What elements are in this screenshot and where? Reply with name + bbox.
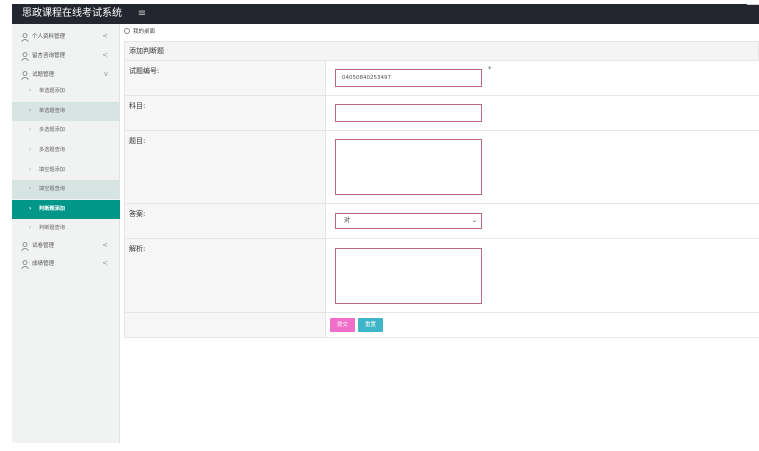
chevron-right-icon: ›: [29, 224, 32, 231]
sidebar-subitem-multi-query[interactable]: › 多选题查询: [12, 141, 120, 160]
answer-selected-value: 对: [344, 217, 351, 224]
form-row-subject: 科目:: [124, 96, 759, 131]
form-row-actions: 提交 重置: [124, 313, 759, 338]
sidebar-item-label: 个人资料管理: [32, 34, 66, 40]
form-row-analysis: 解析:: [124, 239, 759, 313]
actions-label-cell: [125, 313, 326, 337]
sidebar-item-scores[interactable]: 成绩管理 <: [12, 255, 120, 274]
sidebar-subitem-label: 填空题添加: [39, 167, 65, 173]
chevron-right-icon: ›: [29, 205, 32, 212]
required-mark: *: [488, 65, 492, 73]
sidebar-subitem-blank-add[interactable]: › 填空题添加: [12, 161, 120, 180]
breadcrumb-label: 我的桌面: [133, 29, 156, 35]
panel-title: 添加判断题: [124, 41, 759, 61]
chevron-left-icon: <: [102, 241, 108, 249]
chevron-left-icon: <: [102, 259, 108, 267]
sidebar-subitem-label: 判断题添加: [39, 206, 65, 212]
sidebar-item-messages[interactable]: 留言咨询管理 <: [12, 47, 120, 66]
sidebar-subitem-single-add[interactable]: › 单选题添加: [12, 82, 120, 101]
question-label: 题目:: [125, 131, 326, 203]
chevron-left-icon: <: [102, 51, 108, 59]
user-icon: [21, 33, 29, 42]
form-row-question: 题目:: [124, 131, 759, 204]
sidebar-item-label: 成绩管理: [32, 261, 55, 267]
reset-button[interactable]: 重置: [358, 318, 383, 332]
user-icon: [21, 71, 29, 80]
chevron-right-icon: ›: [29, 185, 32, 192]
chevron-down-icon: ⌄: [471, 217, 477, 224]
sidebar-subitem-label: 填空题查询: [39, 186, 65, 192]
chevron-right-icon: ›: [29, 126, 32, 133]
subject-input[interactable]: [335, 104, 482, 122]
chevron-right-icon: ›: [29, 107, 32, 114]
sidebar-item-label: 试卷管理: [32, 243, 55, 249]
chevron-down-icon: v: [103, 70, 108, 78]
form-row-id: 试题编号: *: [124, 61, 759, 96]
sidebar-subitem-label: 多选题查询: [39, 147, 65, 153]
analysis-label: 解析:: [125, 239, 326, 312]
chevron-right-icon: ›: [29, 87, 32, 94]
home-icon: [124, 28, 130, 34]
submit-button[interactable]: 提交: [330, 318, 355, 332]
sidebar-subitem-label: 判断题查询: [39, 225, 65, 231]
sidebar-subitem-single-query[interactable]: › 单选题查询: [12, 102, 120, 121]
sidebar-subitem-judge-query[interactable]: › 判断题查询: [12, 219, 120, 238]
top-divider: [747, 4, 759, 5]
breadcrumb[interactable]: 我的桌面: [124, 26, 155, 38]
chevron-left-icon: <: [102, 32, 108, 40]
app-title: 思政课程在线考试系统: [22, 8, 122, 19]
sidebar-subitem-multi-add[interactable]: › 多选题添加: [12, 121, 120, 140]
answer-label: 答案:: [125, 204, 326, 238]
answer-select[interactable]: 对 ⌄: [335, 213, 482, 229]
question-textarea[interactable]: [335, 139, 482, 195]
sidebar-subitem-label: 多选题添加: [39, 127, 65, 133]
sidebar-item-label: 试题管理: [32, 72, 55, 78]
chevron-right-icon: ›: [29, 166, 32, 173]
menu-icon[interactable]: ≡: [135, 8, 149, 20]
sidebar: 个人资料管理 < 留言咨询管理 < 试题管理 v › 单选题添加 › 单选题查询…: [12, 24, 120, 443]
user-icon: [21, 242, 29, 251]
analysis-textarea[interactable]: [335, 248, 482, 304]
sidebar-subitem-judge-add[interactable]: › 判断题添加: [12, 200, 120, 219]
question-id-input[interactable]: [335, 69, 482, 87]
subject-label: 科目:: [125, 96, 326, 130]
sidebar-item-profile[interactable]: 个人资料管理 <: [12, 28, 120, 47]
sidebar-item-label: 留言咨询管理: [32, 53, 66, 59]
chevron-right-icon: ›: [29, 146, 32, 153]
user-icon: [21, 260, 29, 269]
id-label: 试题编号:: [125, 61, 326, 95]
sidebar-subitem-label: 单选题查询: [39, 108, 65, 114]
top-bar: 思政课程在线考试系统 ≡: [12, 4, 759, 24]
sidebar-subitem-label: 单选题添加: [39, 88, 65, 94]
sidebar-item-papers[interactable]: 试卷管理 <: [12, 237, 120, 256]
form-row-answer: 答案: 对 ⌄: [124, 204, 759, 239]
user-icon: [21, 52, 29, 61]
sidebar-subitem-blank-query[interactable]: › 填空题查询: [12, 180, 120, 199]
